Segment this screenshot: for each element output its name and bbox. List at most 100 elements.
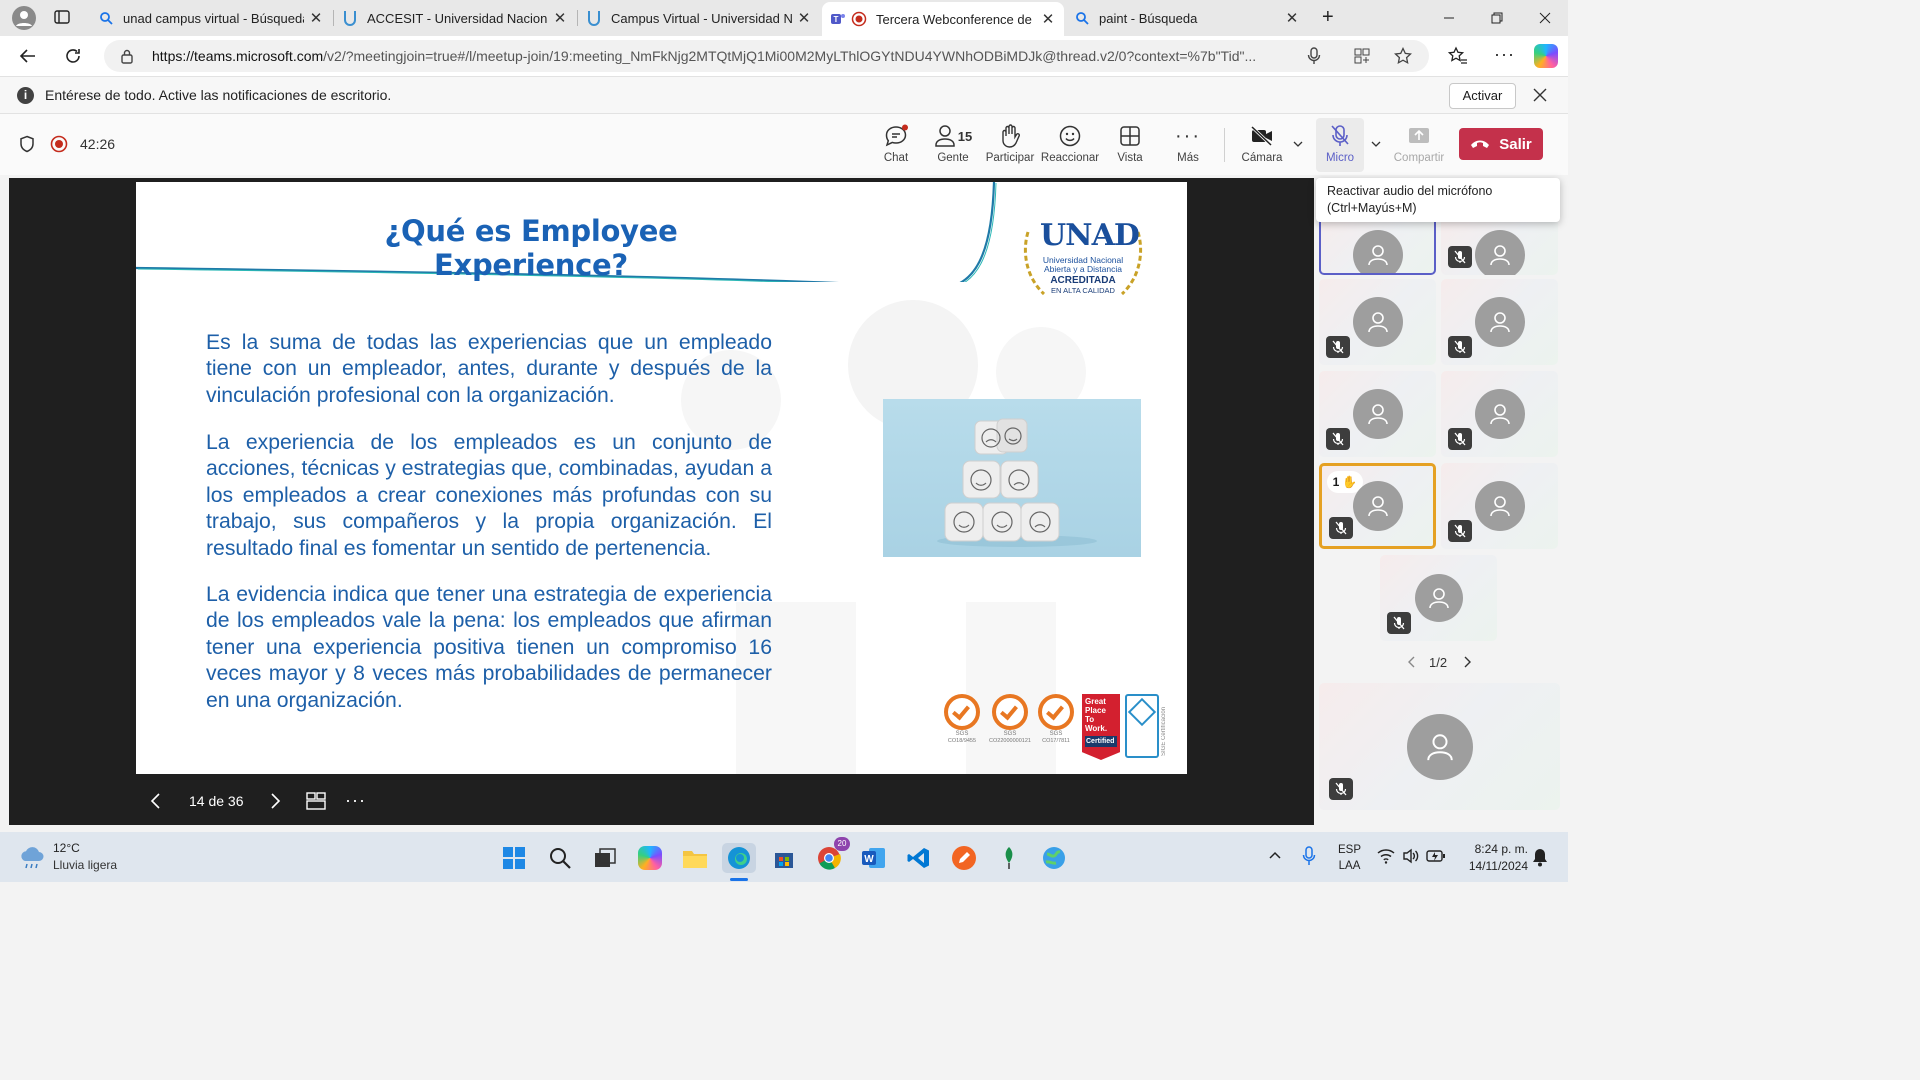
close-tab-icon[interactable]: ✕ [796, 9, 812, 27]
language-indicator[interactable]: ESP LAA [1338, 842, 1361, 874]
mic-off-icon [1330, 122, 1350, 150]
participant-tile[interactable] [1441, 371, 1558, 457]
rain-cloud-icon[interactable] [18, 844, 46, 870]
raise-hand-button[interactable]: Participar [982, 122, 1038, 172]
weather-description[interactable]: Lluvia ligera [53, 858, 117, 872]
show-hidden-icons[interactable] [1268, 850, 1282, 860]
microphone-tray-icon[interactable] [1302, 846, 1316, 866]
participants-panel: 1 ✋ 1/2 [1314, 178, 1568, 832]
volume-icon[interactable] [1402, 848, 1420, 864]
microphone-permission-icon[interactable] [1307, 47, 1321, 65]
wifi-icon[interactable] [1377, 848, 1395, 864]
profile-avatar-icon[interactable] [12, 6, 36, 30]
close-window-icon[interactable] [1522, 0, 1568, 36]
edge-icon[interactable] [722, 843, 756, 873]
participant-tile[interactable] [1319, 279, 1436, 365]
participant-tile[interactable] [1441, 279, 1558, 365]
tab-unad-search[interactable]: unad campus virtual - Búsqueda ✕ [90, 4, 332, 32]
next-page-icon[interactable] [1461, 655, 1473, 669]
great-place-to-work-badge: Great Place To Work. Certified [1082, 694, 1120, 760]
chat-button[interactable]: Chat [868, 122, 924, 172]
vscode-icon[interactable] [904, 843, 934, 873]
close-tab-icon[interactable]: ✕ [1284, 9, 1300, 27]
close-tab-icon[interactable]: ✕ [1040, 10, 1056, 28]
participant-tile[interactable] [1380, 555, 1497, 641]
start-icon[interactable] [499, 843, 529, 873]
share-button[interactable]: Compartir [1391, 122, 1447, 172]
camera-label: Cámara [1241, 152, 1283, 164]
close-tab-icon[interactable]: ✕ [552, 9, 568, 27]
close-tab-icon[interactable]: ✕ [308, 9, 324, 27]
file-explorer-icon[interactable] [680, 843, 710, 873]
mic-options-chevron-icon[interactable] [1370, 138, 1382, 150]
slide-grid-icon[interactable] [306, 792, 326, 810]
recording-icon[interactable] [50, 135, 68, 153]
tab-title: ACCESIT - Universidad Nacional A [367, 10, 548, 26]
chrome-icon[interactable]: 20 [814, 837, 850, 873]
tab-campus-virtual[interactable]: Campus Virtual - Universidad Nac ✕ [578, 4, 820, 32]
next-slide-icon[interactable] [267, 792, 283, 810]
camera-options-chevron-icon[interactable] [1292, 138, 1304, 150]
sgs-code: CO18/9455 [947, 738, 977, 744]
shield-icon[interactable] [19, 135, 35, 153]
notifications-bell-icon[interactable] [1532, 847, 1548, 867]
leave-button[interactable]: Salir [1459, 128, 1543, 160]
tab-paint-search[interactable]: paint - Búsqueda ✕ [1066, 4, 1308, 32]
camera-button[interactable]: Cámara [1234, 122, 1290, 172]
gptw-line4: Work. [1085, 724, 1108, 733]
mic-button[interactable]: Micro [1316, 118, 1364, 172]
slide-more-icon[interactable]: ··· [345, 790, 366, 811]
tab-accesit[interactable]: ACCESIT - Universidad Nacional A ✕ [334, 4, 576, 32]
react-button[interactable]: Reaccionar [1041, 122, 1099, 172]
minimize-icon[interactable] [1426, 0, 1472, 36]
participant-tile[interactable] [1441, 463, 1558, 549]
clock[interactable]: 8:24 p. m. 14/11/2024 [1456, 841, 1528, 875]
task-view-icon[interactable] [590, 843, 620, 873]
address-bar[interactable]: https://teams.microsoft.com/v2/?meetingj… [104, 40, 1429, 72]
tab-teams-webconference[interactable]: T Tercera Webconference de B ✕ [822, 2, 1064, 36]
refresh-icon[interactable] [63, 46, 83, 66]
favorite-star-icon[interactable] [1394, 47, 1412, 65]
previous-page-icon[interactable] [1406, 655, 1418, 669]
store-icon[interactable] [769, 843, 799, 873]
tab-title: paint - Búsqueda [1099, 10, 1198, 26]
chat-icon [883, 122, 909, 150]
search-taskbar-icon[interactable] [545, 843, 575, 873]
participant-tile[interactable] [1319, 371, 1436, 457]
copilot-icon[interactable] [1534, 44, 1558, 68]
more-menu-icon[interactable]: ··· [1494, 44, 1515, 65]
notification-bar: i Entérese de todo. Active las notificac… [0, 76, 1568, 114]
presentation-slide: ¿Qué es Employee Experience? UNAD Univer… [136, 182, 1187, 774]
gptw-line2: Place [1085, 706, 1106, 715]
pencil-app-icon[interactable] [949, 843, 979, 873]
self-view-tile[interactable] [1319, 683, 1560, 810]
pin-app-icon[interactable] [994, 843, 1024, 873]
restore-icon[interactable] [1474, 0, 1520, 36]
globe-app-icon[interactable] [1039, 843, 1069, 873]
close-notification-icon[interactable] [1532, 87, 1548, 103]
view-button[interactable]: Vista [1102, 122, 1158, 172]
battery-icon[interactable] [1426, 849, 1446, 863]
word-icon[interactable]: W [859, 843, 889, 873]
tab-actions-icon[interactable] [54, 9, 70, 25]
notification-text: Entérese de todo. Active las notificacio… [45, 87, 392, 103]
back-icon[interactable] [18, 46, 38, 66]
activate-notifications-button[interactable]: Activar [1449, 83, 1516, 109]
participant-tile-hand-raised[interactable]: 1 ✋ [1319, 463, 1436, 549]
favorites-icon[interactable] [1448, 46, 1468, 66]
copilot-taskbar-icon[interactable] [635, 843, 665, 873]
sgs-check-icon [944, 694, 980, 730]
avatar-icon [1352, 230, 1403, 273]
new-tab-icon[interactable]: + [1322, 7, 1334, 27]
lock-icon[interactable] [120, 49, 134, 64]
info-icon: i [17, 87, 34, 104]
participant-tile[interactable] [1441, 218, 1558, 275]
people-button[interactable]: 15 Gente [925, 122, 981, 172]
share-label: Compartir [1393, 152, 1445, 164]
app-available-icon[interactable] [1354, 48, 1370, 64]
more-button[interactable]: ··· Más [1160, 122, 1216, 172]
participant-tile[interactable] [1319, 218, 1436, 275]
weather-temperature[interactable]: 12°C [53, 841, 80, 855]
unad-icon [342, 10, 358, 26]
previous-slide-icon[interactable] [148, 792, 164, 810]
